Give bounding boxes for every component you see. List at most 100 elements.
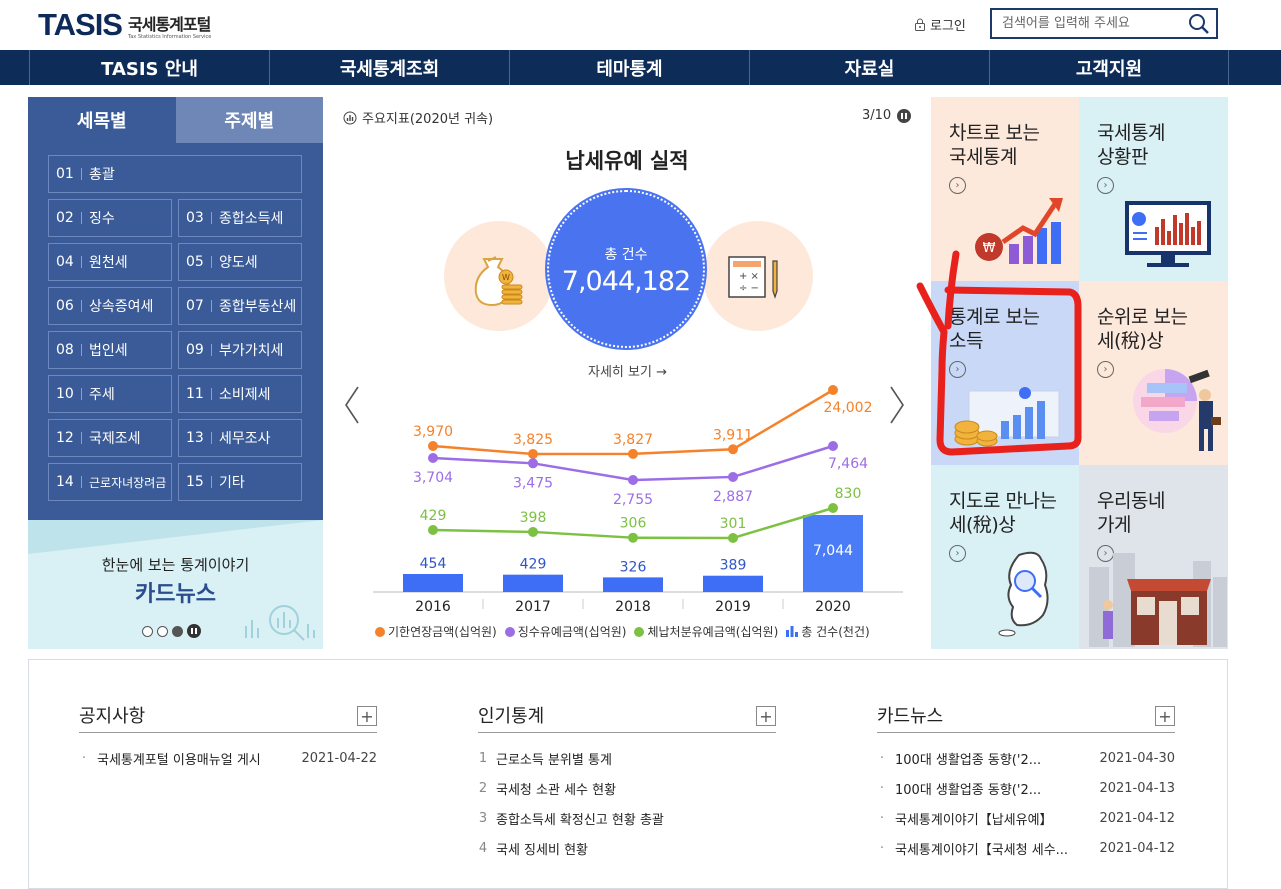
more-plus-icon[interactable]: + [756,706,776,726]
category-item[interactable]: 06 상속증여세 [48,287,172,325]
carousel-dot[interactable] [142,625,153,637]
nav-archive[interactable]: 자료실 [749,50,989,85]
bar-total-count-2018 [603,577,663,592]
cardnews-item[interactable]: · 100대 생활업종 동향('2... 2021-04-13 [877,773,1175,803]
arrow-circle-icon: › [1097,177,1114,194]
series-point [828,385,838,395]
series-point [728,444,738,455]
category-item[interactable]: 03 종합소득세 [178,199,302,237]
bar-value-label: 326 [620,559,647,575]
tile-map[interactable]: 지도로 만나는 세(稅)상 › [931,465,1079,649]
cardnews-board-title: 카드뉴스 [877,706,944,727]
x-tick-label: 2018 [615,599,651,615]
search-box [990,8,1218,39]
legend-item: 징수유예금액(십억원) [504,623,626,640]
carousel-dot-active[interactable] [172,625,183,637]
popular-item[interactable]: 1 근로소득 분위별 통계 [478,743,776,773]
board-section: 공지사항 + · 국세통계포털 이용매뉴얼 게시 2021-04-22 인기통계 +… [28,659,1228,889]
bar-value-label: 7,044 [813,543,853,559]
series-value-label: 429 [420,508,447,524]
arrow-circle-icon: › [949,177,966,194]
popular-title: 인기통계 [478,706,545,727]
popular-item[interactable]: 4 국세 징세비 현황 [478,833,776,863]
logo-brand: TASIS [38,7,123,42]
category-list: 01 총괄 02 징수 03 종합소득세 04 원천세 05 양도세 06 상속증여세 07… [28,143,323,520]
category-item[interactable]: 14 근로자녀장려금 [48,463,172,501]
series-value-label: 3,475 [513,475,553,491]
x-tick-label: 2019 [715,599,751,615]
cardnews-item[interactable]: · 국세통계이야기【납세유예】 2021-04-12 [877,803,1175,833]
legend-item: 총 건수(천건) [786,623,870,640]
chart-legend: 기한연장금액(십억원) 징수유예금액(십억원) 체납처분유예금액(십억원) 총 … [375,623,870,640]
series-point [428,525,438,535]
category-item[interactable]: 07 종합부동산세 [178,287,302,325]
search-input[interactable] [992,10,1172,37]
category-panel: 세목별 주제별 01 총괄 02 징수 03 종합소득세 04 원천세 05 양도세 06… [28,97,323,649]
category-item[interactable]: 13 세무조사 [178,419,302,457]
red-checkmark-annotation [916,250,1082,456]
bar-total-count-2016 [403,574,463,592]
more-plus-icon[interactable]: + [1155,706,1175,726]
series-value-label: 830 [835,486,862,502]
nav-tasis-info[interactable]: TASIS 안내 [29,50,269,85]
tile-ranking[interactable]: 순위로 보는 세(稅)상 › [1079,281,1228,465]
cardnews-item[interactable]: · 국세통계이야기【국세청 세수... 2021-04-12 [877,833,1175,863]
series-point [728,533,738,543]
category-item[interactable]: 01 총괄 [48,155,302,193]
notice-item[interactable]: · 국세통계포털 이용매뉴얼 게시 2021-04-22 [79,743,377,773]
nav-customer-support[interactable]: 고객지원 [989,50,1229,85]
popular-item[interactable]: 3 종합소득세 확정신고 현황 총괄 [478,803,776,833]
series-value-label: 3,970 [413,424,453,440]
notice-board: 공지사항 + · 국세통계포털 이용매뉴얼 게시 2021-04-22 [79,702,377,773]
series-point [528,449,538,459]
login-link[interactable]: 로그인 [914,15,966,34]
search-icon[interactable] [1188,13,1210,35]
cardnews-promo[interactable]: 한눈에 보는 통계이야기 카드뉴스 [28,520,323,649]
series-point [528,458,538,469]
popular-stats-board: 인기통계 + 1 근로소득 분위별 통계 2 국세청 소관 세수 현황 3 종합소득세… [478,702,776,863]
logo[interactable]: TASIS 국세통계포털 Tax Statistics Information … [38,7,211,42]
popular-item[interactable]: 2 국세청 소관 세수 현황 [478,773,776,803]
arrow-circle-icon: › [1097,361,1114,378]
series-value-label: 398 [520,510,547,526]
series-point [628,448,638,459]
series-point [428,441,438,451]
series-value-label: 3,704 [413,470,453,486]
x-tick-label: 2017 [515,599,551,615]
category-item[interactable]: 05 양도세 [178,243,302,281]
cardnews-item[interactable]: · 100대 생활업종 동향('2... 2021-04-30 [877,743,1175,773]
dashboard-monitor-icon [1125,201,1211,267]
carousel-dot[interactable] [157,625,168,637]
tab-by-tax[interactable]: 세목별 [28,97,176,143]
series-point [728,471,738,482]
category-item[interactable]: 12 국제조세 [48,419,172,457]
cardnews-subtitle: 한눈에 보는 통계이야기 [101,556,250,574]
series-point [528,526,538,537]
ranking-telescope-icon [1133,369,1221,451]
category-item[interactable]: 11 소비제세 [178,375,302,413]
series-point [628,475,638,485]
tile-neighborhood-store[interactable]: 우리동네 가게 › [1079,465,1228,649]
tile-dashboard[interactable]: 국세통계 상황판 › [1079,97,1228,281]
category-item[interactable]: 04 원천세 [48,243,172,281]
series-point [828,503,838,513]
cardnews-board: 카드뉴스 + · 100대 생활업종 동향('2... 2021-04-30 · 10… [877,702,1175,863]
category-item[interactable]: 02 징수 [48,199,172,237]
series-value-label: 3,825 [513,432,553,448]
category-tabs: 세목별 주제별 [28,97,323,143]
category-item[interactable]: 15 기타 [178,463,302,501]
performance-chart: 454 429 326 389 7,044 2016 2017 2018 2019 2020 3,9… [373,385,903,615]
series-value-label: 306 [620,516,647,532]
pause-icon[interactable] [187,624,201,638]
nav-tax-stats-lookup[interactable]: 국세통계조회 [269,50,509,85]
category-item[interactable]: 10 주세 [48,375,172,413]
series-value-label: 301 [720,516,747,532]
tab-by-topic[interactable]: 주제별 [175,97,323,143]
bar-value-label: 429 [520,557,547,573]
series-point [628,532,638,543]
more-plus-icon[interactable]: + [357,706,377,726]
nav-theme-stats[interactable]: 테마통계 [509,50,749,85]
bar-total-count-2019 [703,575,763,592]
category-item[interactable]: 08 법인세 [48,331,172,369]
category-item[interactable]: 09 부가가치세 [178,331,302,369]
